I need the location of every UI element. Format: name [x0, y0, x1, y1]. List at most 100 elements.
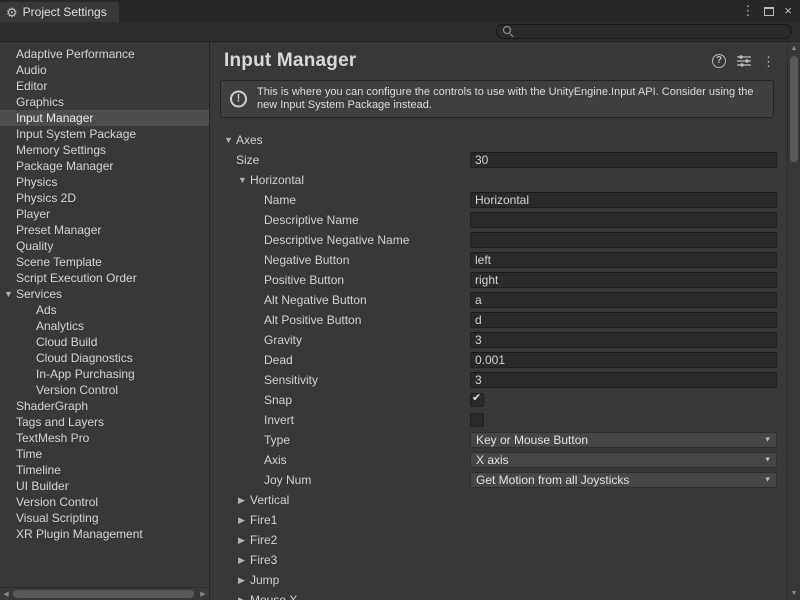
- sidebar-item-version-control[interactable]: Version Control: [0, 382, 209, 398]
- sidebar-item-services[interactable]: ▼Services: [0, 286, 209, 302]
- sidebar-item-preset-manager[interactable]: Preset Manager: [0, 222, 209, 238]
- text-field-alt-negative-button[interactable]: [470, 292, 777, 308]
- dropdown-arrow-icon: ▼: [764, 457, 771, 464]
- text-field-negative-button[interactable]: [470, 252, 777, 268]
- vertical-scrollbar[interactable]: ▲ ▼: [787, 42, 800, 600]
- property-name: Axes: [236, 133, 263, 147]
- text-field-gravity[interactable]: [470, 332, 777, 348]
- scroll-down-icon[interactable]: ▼: [788, 590, 800, 597]
- foldout-header-jump[interactable]: ▶Jump: [210, 570, 470, 590]
- text-field-dead[interactable]: [470, 352, 777, 368]
- sidebar-item-visual-scripting[interactable]: Visual Scripting: [0, 510, 209, 526]
- dropdown-type[interactable]: Key or Mouse Button▼: [470, 432, 777, 448]
- sidebar-item-scene-template[interactable]: Scene Template: [0, 254, 209, 270]
- property-name: Negative Button: [264, 253, 349, 267]
- foldout-header-mouse-x[interactable]: ▶Mouse X: [210, 590, 470, 600]
- sidebar-item-ui-builder[interactable]: UI Builder: [0, 478, 209, 494]
- foldout-closed-icon[interactable]: ▶: [238, 550, 250, 570]
- sidebar-item-timeline[interactable]: Timeline: [0, 462, 209, 478]
- foldout-closed-icon[interactable]: ▶: [238, 570, 250, 590]
- window-menu-button[interactable]: ⋮: [741, 0, 754, 22]
- scroll-left-icon[interactable]: ◀: [0, 588, 12, 600]
- foldout-header-fire2[interactable]: ▶Fire2: [210, 530, 470, 550]
- sidebar-item-textmesh-pro[interactable]: TextMesh Pro: [0, 430, 209, 446]
- dropdown-joy-num[interactable]: Get Motion from all Joysticks▼: [470, 472, 777, 488]
- scroll-right-icon[interactable]: ▶: [197, 588, 209, 600]
- text-field-size[interactable]: [470, 152, 777, 168]
- sidebar-item-ads[interactable]: Ads: [0, 302, 209, 318]
- foldout-closed-icon[interactable]: ▶: [238, 490, 250, 510]
- checkbox-snap[interactable]: ✔: [470, 393, 484, 407]
- sidebar-item-script-execution-order[interactable]: Script Execution Order: [0, 270, 209, 286]
- field-area: [470, 192, 777, 208]
- sidebar-item-cloud-build[interactable]: Cloud Build: [0, 334, 209, 350]
- tab-project-settings[interactable]: ⚙ Project Settings: [0, 2, 119, 22]
- foldout-header-fire1[interactable]: ▶Fire1: [210, 510, 470, 530]
- input-manager-panel: Input Manager ?: [210, 42, 787, 600]
- text-field-descriptive-negative-name[interactable]: [470, 232, 777, 248]
- text-field-positive-button[interactable]: [470, 272, 777, 288]
- foldout-header-axes[interactable]: ▼Axes: [210, 130, 470, 150]
- field-area: [470, 152, 777, 168]
- help-icon[interactable]: ?: [712, 54, 726, 68]
- search-input[interactable]: [519, 25, 785, 38]
- sidebar-item-label: Version Control: [36, 382, 118, 398]
- sidebar-item-xr-plugin-management[interactable]: XR Plugin Management: [0, 526, 209, 542]
- tab-bar: ⚙ Project Settings ⋮ ×: [0, 0, 800, 22]
- field-area: [470, 352, 777, 368]
- foldout-open-icon[interactable]: ▼: [224, 130, 236, 150]
- sidebar-item-shadergraph[interactable]: ShaderGraph: [0, 398, 209, 414]
- sidebar-item-input-manager[interactable]: Input Manager: [0, 110, 209, 126]
- text-field-name[interactable]: [470, 192, 777, 208]
- presets-icon[interactable]: [737, 55, 751, 67]
- property-name: Size: [236, 153, 259, 167]
- search-box[interactable]: [496, 24, 792, 39]
- sidebar-item-version-control[interactable]: Version Control: [0, 494, 209, 510]
- sidebar-item-quality[interactable]: Quality: [0, 238, 209, 254]
- property-name: Type: [264, 433, 290, 447]
- text-field-descriptive-name[interactable]: [470, 212, 777, 228]
- text-field-sensitivity[interactable]: [470, 372, 777, 388]
- property-row: ▶Fire2: [210, 530, 787, 550]
- field-area: [470, 252, 777, 268]
- sidebar-item-editor[interactable]: Editor: [0, 78, 209, 94]
- maximize-button[interactable]: [764, 7, 774, 16]
- sidebar-item-physics-2d[interactable]: Physics 2D: [0, 190, 209, 206]
- sidebar-item-player[interactable]: Player: [0, 206, 209, 222]
- vertical-scrollbar-thumb[interactable]: [790, 56, 798, 162]
- sidebar-item-label: Cloud Diagnostics: [36, 350, 133, 366]
- foldout-closed-icon[interactable]: ▶: [238, 590, 250, 600]
- property-label: Gravity: [210, 333, 470, 347]
- field-area: [470, 413, 777, 427]
- sidebar-item-memory-settings[interactable]: Memory Settings: [0, 142, 209, 158]
- sidebar-item-analytics[interactable]: Analytics: [0, 318, 209, 334]
- sidebar-item-cloud-diagnostics[interactable]: Cloud Diagnostics: [0, 350, 209, 366]
- sidebar-item-package-manager[interactable]: Package Manager: [0, 158, 209, 174]
- foldout-closed-icon[interactable]: ▶: [238, 530, 250, 550]
- sidebar-item-in-app-purchasing[interactable]: In-App Purchasing: [0, 366, 209, 382]
- sidebar-horizontal-scrollbar[interactable]: ◀ ▶: [0, 587, 209, 600]
- property-label: Snap: [210, 393, 470, 407]
- close-button[interactable]: ×: [784, 0, 792, 22]
- sidebar-item-time[interactable]: Time: [0, 446, 209, 462]
- sidebar-item-adaptive-performance[interactable]: Adaptive Performance: [0, 46, 209, 62]
- text-field-alt-positive-button[interactable]: [470, 312, 777, 328]
- foldout-header-vertical[interactable]: ▶Vertical: [210, 490, 470, 510]
- scroll-up-icon[interactable]: ▲: [788, 45, 800, 52]
- foldout-closed-icon[interactable]: ▶: [238, 510, 250, 530]
- checkbox-invert[interactable]: [470, 413, 484, 427]
- foldout-open-icon[interactable]: ▼: [238, 170, 250, 190]
- more-options-icon[interactable]: ⋮: [762, 55, 775, 68]
- sidebar-item-label: Audio: [16, 62, 47, 78]
- foldout-open-icon[interactable]: ▼: [4, 286, 16, 302]
- foldout-header-horizontal[interactable]: ▼Horizontal: [210, 170, 470, 190]
- sidebar-item-input-system-package[interactable]: Input System Package: [0, 126, 209, 142]
- sidebar-item-tags-and-layers[interactable]: Tags and Layers: [0, 414, 209, 430]
- foldout-header-fire3[interactable]: ▶Fire3: [210, 550, 470, 570]
- horizontal-scrollbar-thumb[interactable]: [13, 590, 194, 598]
- sidebar-item-audio[interactable]: Audio: [0, 62, 209, 78]
- sidebar-item-label: Tags and Layers: [16, 414, 104, 430]
- sidebar-item-graphics[interactable]: Graphics: [0, 94, 209, 110]
- sidebar-item-physics[interactable]: Physics: [0, 174, 209, 190]
- dropdown-axis[interactable]: X axis▼: [470, 452, 777, 468]
